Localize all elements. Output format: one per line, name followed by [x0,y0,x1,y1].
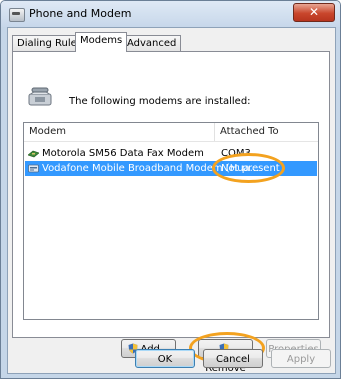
tab-modems[interactable]: Modems [75,32,128,52]
tab-strip: Dialing Rules Modems Advanced [12,32,332,52]
column-header-modem[interactable]: Modem [29,123,66,141]
ok-button[interactable]: OK [135,349,195,368]
list-header: Modem Attached To [24,123,318,142]
phone-and-modem-window: Phone and Modem ✕ Dialing Rules Modems A… [0,0,341,379]
intro-text: The following modems are installed: [69,96,251,107]
modem-list[interactable]: Modem Attached To Motorola SM56 Data Fax… [23,122,319,320]
cancel-button[interactable]: Cancel [203,349,263,368]
apply-button[interactable]: Apply [271,349,331,368]
broadband-modem-icon [28,164,39,173]
phone-window-icon [9,8,25,22]
close-icon: ✕ [308,5,320,19]
column-header-attached-to[interactable]: Attached To [220,123,279,141]
modem-name: Motorola SM56 Data Fax Modem [42,148,204,159]
modem-board-icon [28,150,39,158]
phone-modem-icon [28,87,52,106]
dialog-body: Dialing Rules Modems Advanced The follow… [7,27,336,374]
attached-to: COM3 [221,148,251,159]
modem-row-vodafone[interactable]: Vodafone Mobile Broadband Modem (Hua... … [25,161,317,176]
modems-panel: The following modems are installed: Mode… [12,51,330,374]
modem-row-motorola[interactable]: Motorola SM56 Data Fax Modem COM3 [25,146,317,161]
tab-advanced[interactable]: Advanced [122,35,182,52]
column-separator[interactable] [214,123,215,141]
attached-to: Not present [221,163,280,174]
title-bar[interactable]: Phone and Modem ✕ [1,1,340,27]
close-button[interactable]: ✕ [293,3,335,22]
window-title: Phone and Modem [29,7,132,20]
